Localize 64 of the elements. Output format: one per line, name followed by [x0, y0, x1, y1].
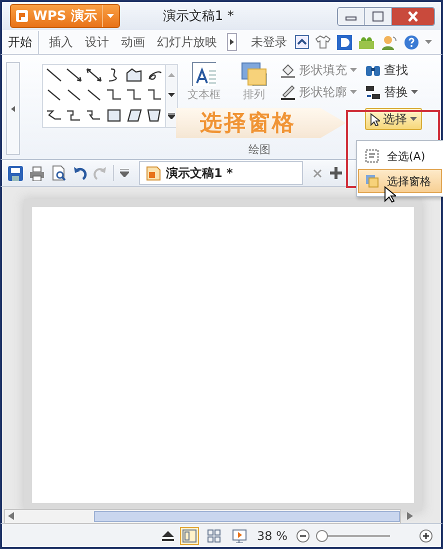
undo-icon[interactable]: [73, 166, 87, 180]
new-tab-icon[interactable]: [330, 167, 342, 179]
horizontal-scrollbar[interactable]: [4, 508, 401, 524]
scroll-right-icon[interactable]: [227, 33, 237, 51]
presentation-file-icon: [146, 166, 161, 180]
menu-tab[interactable]: 设计: [83, 30, 111, 54]
view-button[interactable]: [180, 526, 199, 544]
text-box-icon: [192, 62, 216, 86]
eject-icon[interactable]: [162, 530, 174, 540]
caret-left-icon: [11, 106, 15, 112]
caret-icon: [350, 90, 357, 94]
collapse-ribbon-icon[interactable]: [295, 35, 309, 49]
close-icon[interactable]: [391, 8, 434, 24]
caret-icon: [350, 68, 357, 72]
more-icon[interactable]: [168, 113, 175, 119]
caret-icon[interactable]: [425, 40, 432, 44]
paint-bucket-icon: [280, 62, 296, 78]
slide-sorter-icon: [207, 528, 222, 542]
gift-icon[interactable]: [358, 34, 375, 50]
zoom-percent: 38 %: [257, 528, 288, 542]
minimize-icon[interactable]: [338, 8, 364, 24]
document-tab[interactable]: 演示文稿1 *: [139, 161, 303, 185]
arrange-icon: [241, 62, 267, 86]
menu-tab[interactable]: 动画: [119, 30, 147, 54]
help-icon[interactable]: [404, 34, 419, 50]
menu-tab[interactable]: 开始: [6, 30, 39, 54]
selection-pane-icon: [365, 174, 379, 188]
maximize-icon[interactable]: [364, 8, 391, 24]
user-icon[interactable]: [381, 34, 398, 50]
slideshow-icon: [232, 528, 247, 542]
binoculars-icon: [365, 63, 381, 77]
logo-icon: [16, 10, 28, 22]
print-icon[interactable]: [29, 166, 45, 180]
pen-icon: [280, 84, 296, 100]
shirt-icon[interactable]: [315, 35, 331, 49]
replace-icon: [365, 84, 381, 100]
window-title: 演示文稿1 *: [162, 8, 235, 25]
caret-icon: [107, 14, 114, 18]
document-icon[interactable]: [337, 34, 352, 50]
cursor-icon: [370, 112, 380, 126]
save-icon[interactable]: [8, 166, 23, 180]
caret-icon: [410, 117, 417, 121]
menu-tab[interactable]: 插入: [47, 30, 75, 54]
select-all-icon: [365, 149, 379, 163]
login-status[interactable]: 未登录: [251, 34, 287, 50]
zoom-slider-thumb[interactable]: [316, 530, 328, 542]
group-label: 绘图: [248, 142, 272, 157]
caret-icon: [411, 90, 418, 94]
menu-item[interactable]: 全选(A): [358, 144, 442, 168]
ribbon-collapse-handle[interactable]: [6, 62, 20, 155]
menu-tab[interactable]: 幻灯片放映: [155, 30, 219, 54]
zoom-out-icon[interactable]: [296, 528, 310, 542]
scroll-down-icon[interactable]: [168, 93, 175, 97]
find-button[interactable]: 查找: [365, 60, 422, 80]
zoom-in-icon[interactable]: [419, 528, 433, 542]
menu-item[interactable]: 选择窗格: [358, 169, 442, 193]
scroll-left-icon[interactable]: [8, 512, 14, 520]
select-button[interactable]: 选择: [365, 108, 422, 130]
replace-button[interactable]: 替换: [365, 82, 422, 102]
view-button[interactable]: [230, 526, 249, 544]
customize-icon[interactable]: [120, 169, 129, 177]
close-tab-icon[interactable]: [313, 168, 322, 178]
print-preview-icon[interactable]: [51, 165, 67, 181]
normal-view-icon: [182, 528, 197, 542]
